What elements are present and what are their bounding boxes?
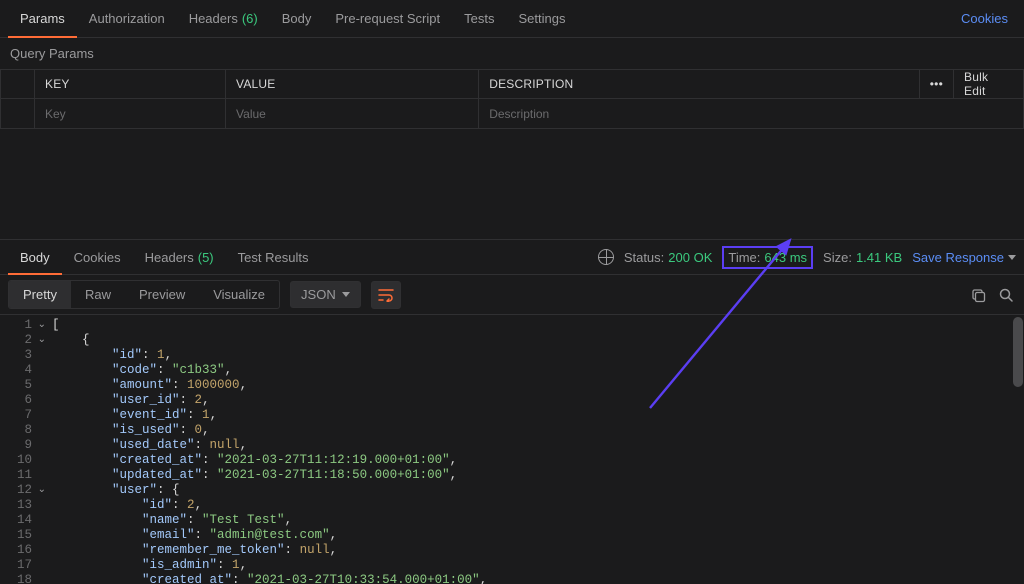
line-gutter: 1⌄2⌄3456789101112⌄1314151617181920 <box>0 315 48 584</box>
tab-body[interactable]: Body <box>270 0 324 38</box>
value-input[interactable]: Value <box>226 99 479 129</box>
resp-tab-body[interactable]: Body <box>8 239 62 275</box>
tab-headers[interactable]: Headers (6) <box>177 0 270 38</box>
resp-headers-count: (5) <box>198 250 214 265</box>
tab-params[interactable]: Params <box>8 0 77 38</box>
wrap-lines-button[interactable] <box>371 281 401 309</box>
search-icon[interactable] <box>998 287 1014 303</box>
key-input[interactable]: Key <box>35 99 226 129</box>
fold-toggle[interactable]: ⌄ <box>34 318 46 333</box>
param-row-empty[interactable]: Key Value Description <box>1 99 1024 129</box>
col-key[interactable]: KEY <box>35 70 226 99</box>
chevron-down-icon <box>342 292 350 297</box>
resp-tab-cookies[interactable]: Cookies <box>62 239 133 275</box>
response-tabs: Body Cookies Headers (5) Test Results St… <box>0 239 1024 275</box>
scroll-thumb[interactable] <box>1013 317 1023 387</box>
request-tabs: Params Authorization Headers (6) Body Pr… <box>0 0 1024 38</box>
save-response-button[interactable]: Save Response <box>912 250 1016 265</box>
body-toolbar: Pretty Raw Preview Visualize JSON <box>0 275 1024 315</box>
col-actions[interactable]: ••• <box>919 70 953 99</box>
status-value: 200 OK <box>668 250 712 265</box>
view-pretty[interactable]: Pretty <box>9 281 71 308</box>
col-description[interactable]: DESCRIPTION <box>479 70 920 99</box>
col-value[interactable]: VALUE <box>226 70 479 99</box>
status-segment[interactable]: Status:200 OK <box>624 250 713 265</box>
description-input[interactable]: Description <box>479 99 1024 129</box>
headers-count-badge: (6) <box>242 11 258 26</box>
time-segment[interactable]: Time:643 ms <box>722 246 813 269</box>
tab-settings[interactable]: Settings <box>506 0 577 38</box>
time-value: 643 ms <box>764 250 807 265</box>
fold-toggle[interactable]: ⌄ <box>34 333 46 348</box>
wrap-icon <box>378 288 394 302</box>
globe-icon[interactable] <box>598 249 614 265</box>
view-mode-group: Pretty Raw Preview Visualize <box>8 280 280 309</box>
size-value: 1.41 KB <box>856 250 902 265</box>
fold-toggle[interactable]: ⌄ <box>34 483 46 498</box>
resp-tab-testresults[interactable]: Test Results <box>226 239 321 275</box>
scrollbar[interactable] <box>1012 315 1024 584</box>
resp-tab-headers[interactable]: Headers (5) <box>133 239 226 275</box>
query-params-heading: Query Params <box>0 38 1024 69</box>
code-area[interactable]: [ { "id": 1, "code": "c1b33", "amount": … <box>48 315 1024 584</box>
query-params-table: KEY VALUE DESCRIPTION ••• Bulk Edit Key … <box>0 69 1024 129</box>
response-meta: Status:200 OK Time:643 ms Size:1.41 KB S… <box>598 246 1016 269</box>
format-select[interactable]: JSON <box>290 281 361 308</box>
tab-authorization[interactable]: Authorization <box>77 0 177 38</box>
copy-icon[interactable] <box>970 287 986 303</box>
chevron-down-icon <box>1008 255 1016 260</box>
tab-prerequest[interactable]: Pre-request Script <box>323 0 452 38</box>
cookies-link[interactable]: Cookies <box>961 11 1016 26</box>
view-visualize[interactable]: Visualize <box>199 281 279 308</box>
bulk-edit-button[interactable]: Bulk Edit <box>954 70 1024 99</box>
tab-tests[interactable]: Tests <box>452 0 506 38</box>
view-preview[interactable]: Preview <box>125 281 199 308</box>
json-viewer[interactable]: 1⌄2⌄3456789101112⌄1314151617181920 [ { "… <box>0 315 1024 584</box>
size-segment[interactable]: Size:1.41 KB <box>823 250 902 265</box>
view-raw[interactable]: Raw <box>71 281 125 308</box>
row-selector-header <box>1 70 35 99</box>
